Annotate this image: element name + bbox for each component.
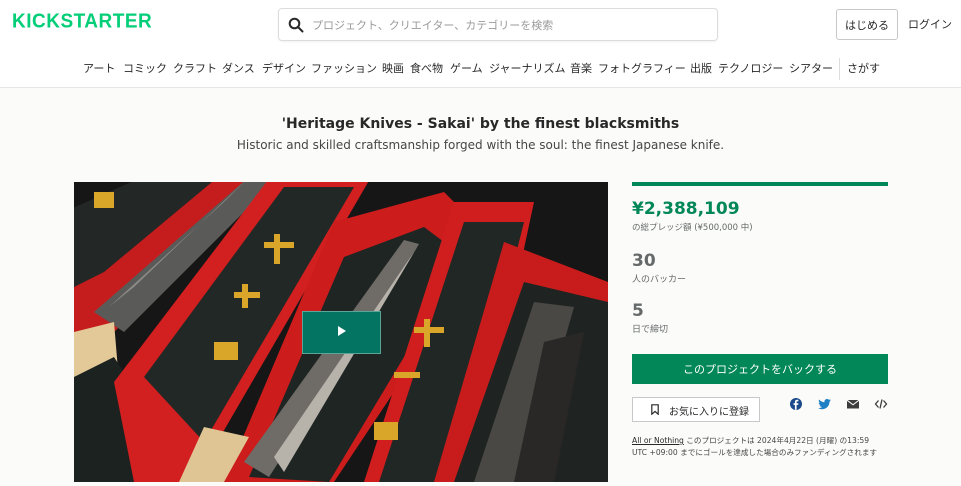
facebook-icon[interactable] — [789, 397, 803, 411]
back-project-button[interactable]: このプロジェクトをバックする — [632, 354, 888, 384]
category-fashion[interactable]: ファッション — [311, 61, 377, 77]
funding-progress-bar — [632, 182, 888, 186]
category-nav: アート コミック クラフト ダンス デザイン ファッション 映画 食べ物 ゲーム… — [0, 61, 961, 77]
all-or-nothing-link[interactable]: All or Nothing — [632, 436, 684, 445]
category-dance[interactable]: ダンス — [222, 61, 255, 77]
backers-count: 30 — [632, 251, 656, 271]
deadline-line-1: このプロジェクトは 2024年4月22日 (月曜) の13:59 — [683, 436, 870, 445]
category-film[interactable]: 映画 — [382, 61, 404, 77]
nav-divider — [839, 58, 840, 80]
pledged-goal-label: の総プレッジ額 (¥500,000 中) — [632, 223, 753, 233]
category-theater[interactable]: シアター — [789, 61, 833, 77]
category-comics[interactable]: コミック — [123, 61, 167, 77]
days-left-count: 5 — [632, 301, 644, 321]
bookmark-icon — [651, 404, 659, 415]
search-icon — [288, 17, 304, 33]
email-icon[interactable] — [846, 397, 860, 411]
category-publishing[interactable]: 出版 — [690, 61, 712, 77]
category-photography[interactable]: フォトグラフィー — [598, 61, 686, 77]
backers-label: 人のバッカー — [632, 275, 687, 285]
remind-me-label: お気に入りに登録 — [669, 407, 749, 418]
deadline-line-2: UTC +09:00 までにゴールを達成した場合のみファンディングされます — [632, 448, 878, 457]
project-title: 'Heritage Knives - Sakai' by the finest … — [281, 116, 680, 132]
category-art[interactable]: アート — [83, 61, 115, 77]
search-box[interactable] — [278, 8, 718, 41]
explore-link[interactable]: さがす — [847, 61, 880, 77]
category-crafts[interactable]: クラフト — [173, 61, 217, 77]
top-header: KICKSTARTER はじめる ログイン アート コミック クラフト ダンス … — [0, 0, 961, 88]
category-games[interactable]: ゲーム — [450, 61, 483, 77]
kickstarter-logo[interactable]: KICKSTARTER — [12, 10, 152, 33]
start-project-button[interactable]: はじめる — [836, 9, 898, 40]
embed-icon[interactable] — [874, 397, 888, 411]
funding-terms: All or Nothing このプロジェクトは 2024年4月22日 (月曜)… — [632, 435, 932, 459]
login-link[interactable]: ログイン — [908, 16, 952, 32]
days-left-label: 日で締切 — [632, 325, 669, 335]
funding-progress-fill — [632, 182, 888, 186]
project-subtitle: Historic and skilled craftsmanship forge… — [236, 138, 725, 152]
category-journalism[interactable]: ジャーナリズム — [489, 61, 565, 77]
category-music[interactable]: 音楽 — [570, 61, 592, 77]
category-design[interactable]: デザイン — [262, 61, 306, 77]
twitter-icon[interactable] — [818, 397, 832, 411]
category-food[interactable]: 食べ物 — [410, 61, 443, 77]
category-technology[interactable]: テクノロジー — [718, 61, 783, 77]
play-icon — [338, 326, 346, 336]
remind-me-button[interactable]: お気に入りに登録 — [632, 397, 760, 422]
search-input[interactable] — [312, 15, 702, 35]
pledged-amount: ¥2,388,109 — [632, 199, 740, 219]
